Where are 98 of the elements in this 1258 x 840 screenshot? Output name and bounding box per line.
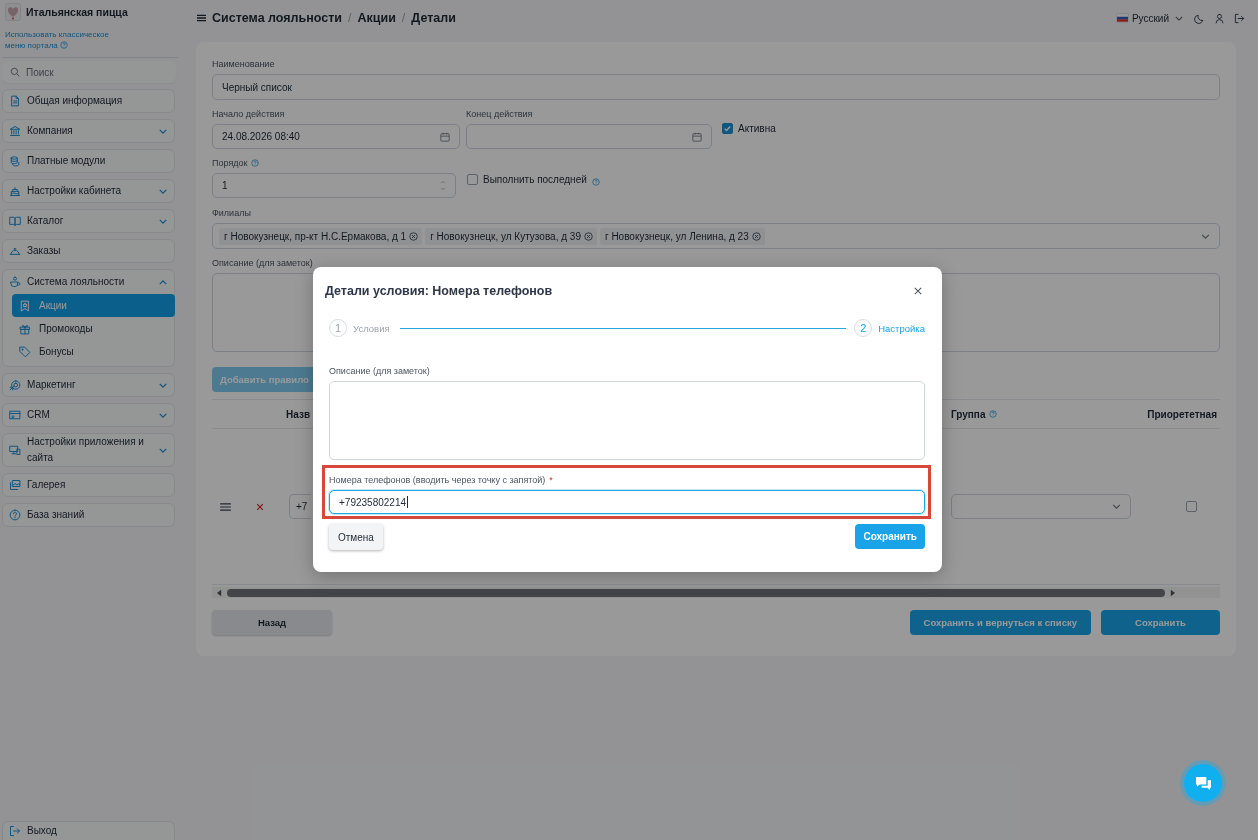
breadcrumb-item: Детали (411, 11, 456, 25)
chevron-down-icon (1112, 504, 1121, 509)
brand-name: Итальянская пицца (26, 6, 128, 18)
search-icon (10, 67, 20, 77)
images-icon (9, 479, 21, 491)
drag-handle-icon[interactable] (220, 502, 231, 511)
modal-title: Детали условия: Номера телефонов (325, 284, 553, 298)
nav-group[interactable]: Настройки кабинета (2, 179, 175, 203)
nav-group[interactable]: Настройки приложения и сайта (2, 433, 175, 467)
card-icon (9, 409, 21, 421)
nav-item[interactable]: Общая информация (2, 89, 175, 113)
modal-button[interactable]: Отмена (329, 524, 383, 550)
menu-icon[interactable] (197, 14, 206, 22)
moon-icon[interactable] (1194, 12, 1205, 24)
help-icon[interactable] (251, 159, 260, 167)
nav-subitem[interactable]: Бонусы (12, 340, 175, 363)
field-label: Начало действия (212, 108, 286, 120)
scroll-left-icon[interactable] (217, 588, 222, 597)
required-mark: * (549, 475, 553, 485)
help-icon (9, 509, 21, 521)
scrollbar-thumb[interactable] (227, 588, 1165, 597)
cup-icon (9, 276, 21, 288)
phone-input[interactable]: +79235802214 (329, 490, 925, 514)
field-label: Наименование (212, 58, 276, 70)
column-header: Группа (951, 408, 986, 420)
horizontal-scrollbar[interactable] (212, 587, 1220, 598)
language-selector[interactable]: Русский (1116, 12, 1183, 24)
breadcrumb-item[interactable]: Акции (357, 11, 396, 25)
field-label: Филиалы (212, 207, 252, 219)
calendar-icon (692, 131, 702, 142)
chip-label: г Новокузнецк, пр-кт Н.С.Ермакова, д 1 (224, 230, 407, 242)
close-icon[interactable] (914, 287, 922, 295)
checkbox[interactable] (467, 174, 478, 185)
chip-label: г Новокузнецк, ул Кутузова, д 39 (430, 230, 581, 242)
bookmark-star-icon (19, 299, 31, 312)
cake-icon (9, 185, 21, 197)
number-input[interactable]: 1 (212, 173, 456, 198)
nav-item[interactable]: База знаний (2, 503, 175, 527)
calendar-icon (440, 131, 450, 142)
nav-item[interactable]: Заказы (2, 239, 175, 263)
checkbox-label: Активна (738, 123, 776, 134)
checkbox[interactable] (1186, 501, 1197, 512)
nav-group[interactable]: Компания (2, 119, 175, 143)
action-button[interactable]: Назад (212, 610, 332, 635)
rule-input[interactable]: +7 (289, 494, 311, 519)
field-label: Номера телефонов (вводить через точку с запятой) (329, 474, 546, 486)
breadcrumb-separator: / (348, 11, 352, 25)
chip-label: г Новокузнецк, ул Ленина, д 23 (604, 230, 749, 242)
gift-icon (19, 322, 31, 335)
checkbox-label: Выполнить последней (483, 174, 587, 185)
chevron-down-icon (1201, 233, 1210, 239)
checkbox[interactable] (722, 123, 733, 134)
nav-group[interactable]: Каталог (2, 209, 175, 233)
scroll-right-icon[interactable] (1170, 588, 1175, 597)
coins-icon (9, 155, 21, 167)
breadcrumb-item[interactable]: Система лояльности (212, 11, 343, 25)
book-icon (9, 215, 21, 227)
nav-group[interactable]: Маркетинг (2, 373, 175, 397)
date-input[interactable] (466, 124, 712, 149)
multiselect-field[interactable]: г Новокузнецк, пр-кт Н.С.Ермакова, д 1 г Новокузнецк, ул Кутузова, д 39 г Новокузнецк, ул Ленина, д 23 (212, 223, 1220, 249)
name-input[interactable]: Черный список (212, 74, 1220, 100)
nav-item[interactable]: Платные модули (2, 149, 175, 173)
breadcrumb-separator: / (401, 11, 406, 25)
tag-icon (19, 345, 31, 358)
logout-icon (9, 825, 21, 837)
devices-icon (9, 444, 21, 456)
date-input[interactable]: 24.08.2026 08:40 (212, 124, 460, 149)
field-label: Описание (для заметок) (329, 365, 431, 377)
logout-item[interactable]: Выход (2, 821, 175, 840)
search-field[interactable]: Поиск (2, 61, 176, 83)
remove-icon[interactable] (409, 231, 419, 241)
nav-group[interactable]: CRM (2, 403, 175, 427)
nav-subitem[interactable]: Промокоды (12, 317, 175, 340)
field-label: Конец действия (466, 108, 534, 120)
checkmark-icon (723, 124, 732, 133)
column-header: Приорететная (1147, 408, 1217, 420)
target-icon (9, 379, 21, 391)
chevron-down-icon (1175, 15, 1183, 21)
column-header: Назв (286, 408, 311, 420)
textarea-field[interactable] (329, 381, 925, 460)
chat-button[interactable] (1184, 764, 1222, 802)
help-icon[interactable] (989, 410, 998, 418)
bank-icon (9, 125, 21, 137)
field-label: Порядок (212, 157, 248, 169)
flag-icon (1116, 14, 1128, 22)
chat-icon (1194, 775, 1212, 791)
nav-group[interactable]: Система лояльности (3, 270, 174, 294)
help-icon[interactable] (591, 178, 600, 186)
nav-item[interactable]: Галерея (2, 473, 175, 497)
logout-icon[interactable] (1234, 12, 1245, 24)
remove-icon[interactable] (751, 231, 761, 241)
user-icon[interactable] (1214, 12, 1225, 24)
cloche-icon (9, 245, 21, 257)
document-icon (9, 95, 21, 107)
logo-icon (5, 3, 21, 21)
remove-icon[interactable] (583, 231, 593, 241)
delete-icon[interactable] (256, 502, 264, 511)
field-label: Описание (для заметок) (212, 257, 314, 269)
